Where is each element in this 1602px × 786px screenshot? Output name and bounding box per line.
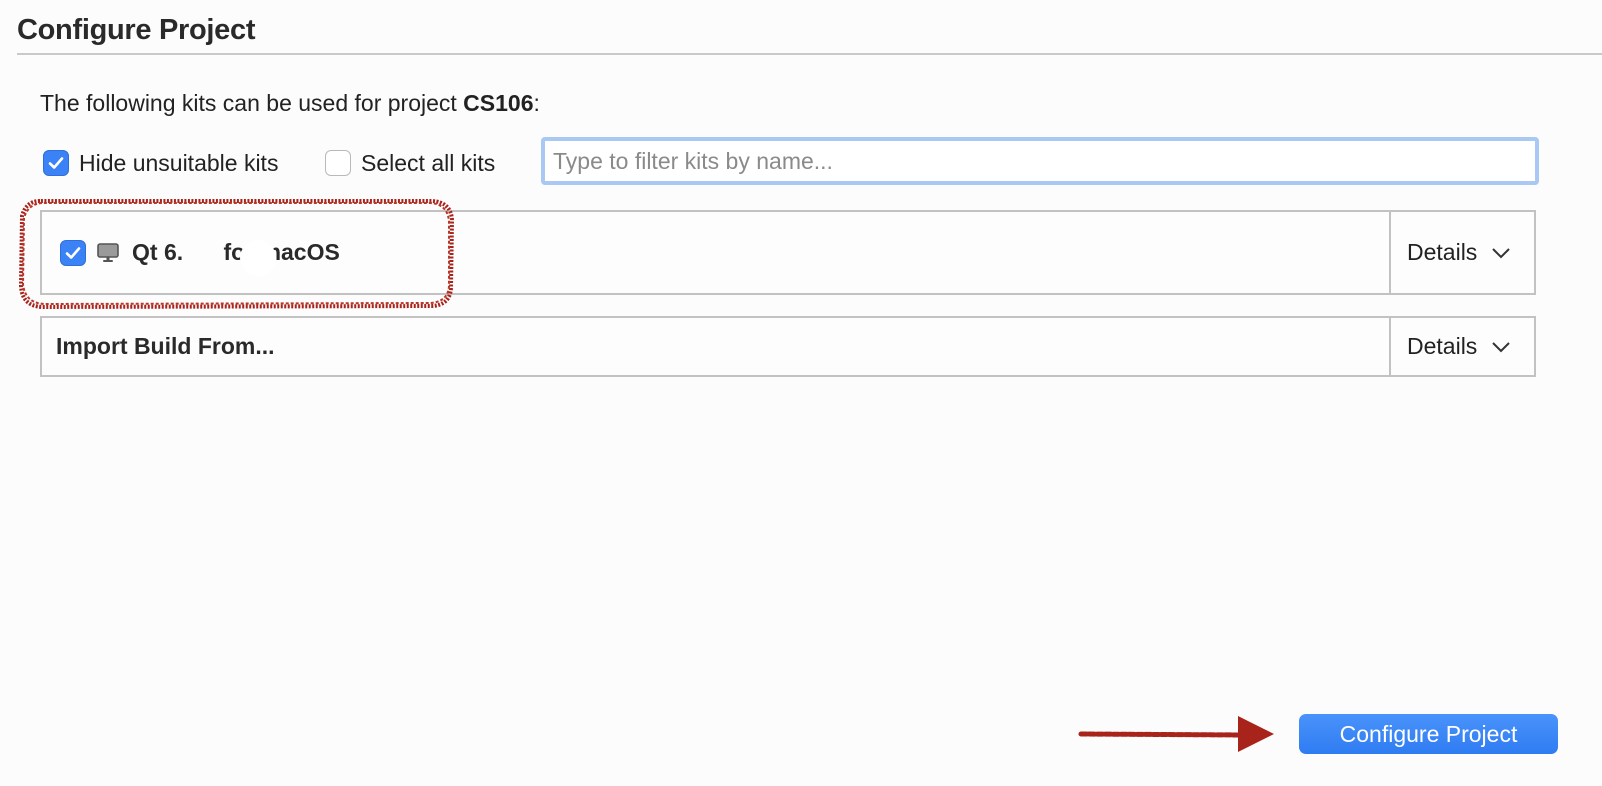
chevron-down-icon	[1491, 247, 1511, 259]
kit-name: Qt 6. for macOS	[132, 239, 340, 266]
checkmark-icon	[48, 157, 64, 169]
select-all-kits-option[interactable]: Select all kits	[325, 147, 495, 179]
kit-checkbox[interactable]	[60, 239, 86, 266]
import-build-row[interactable]: Import Build From... Details	[40, 316, 1536, 377]
intro-suffix: :	[533, 90, 540, 116]
kit-row-qt-macos[interactable]: Qt 6. for macOS Details	[40, 210, 1536, 295]
title-divider	[17, 53, 1602, 55]
intro-text: The following kits can be used for proje…	[40, 90, 540, 117]
page-title: Configure Project	[17, 14, 256, 46]
arrow-annotation	[1078, 716, 1274, 752]
chevron-down-icon	[1491, 341, 1511, 353]
project-name: CS106	[463, 90, 534, 116]
details-label: Details	[1407, 239, 1478, 265]
redaction-blob	[240, 240, 276, 276]
hide-unsuitable-label: Hide unsuitable kits	[79, 149, 279, 176]
import-details-toggle[interactable]: Details	[1389, 318, 1534, 375]
intro-prefix: The following kits can be used for proje…	[40, 90, 464, 116]
select-all-checkbox[interactable]	[325, 150, 351, 176]
import-build-main: Import Build From...	[42, 318, 1388, 375]
checkmark-icon	[65, 246, 81, 259]
configure-project-button[interactable]: Configure Project	[1299, 714, 1558, 754]
details-label: Details	[1407, 333, 1478, 359]
select-all-label: Select all kits	[361, 149, 496, 176]
hide-unsuitable-checkbox[interactable]	[43, 150, 69, 176]
kit-name-prefix: Qt 6.	[132, 239, 184, 265]
monitor-icon	[96, 242, 120, 264]
import-build-label: Import Build From...	[56, 333, 275, 359]
kit-filter-input[interactable]	[541, 137, 1539, 185]
kit-name-suffix: for macOS	[217, 239, 340, 265]
hide-unsuitable-kits-option[interactable]: Hide unsuitable kits	[43, 147, 278, 179]
kit-details-toggle[interactable]: Details	[1389, 212, 1534, 293]
